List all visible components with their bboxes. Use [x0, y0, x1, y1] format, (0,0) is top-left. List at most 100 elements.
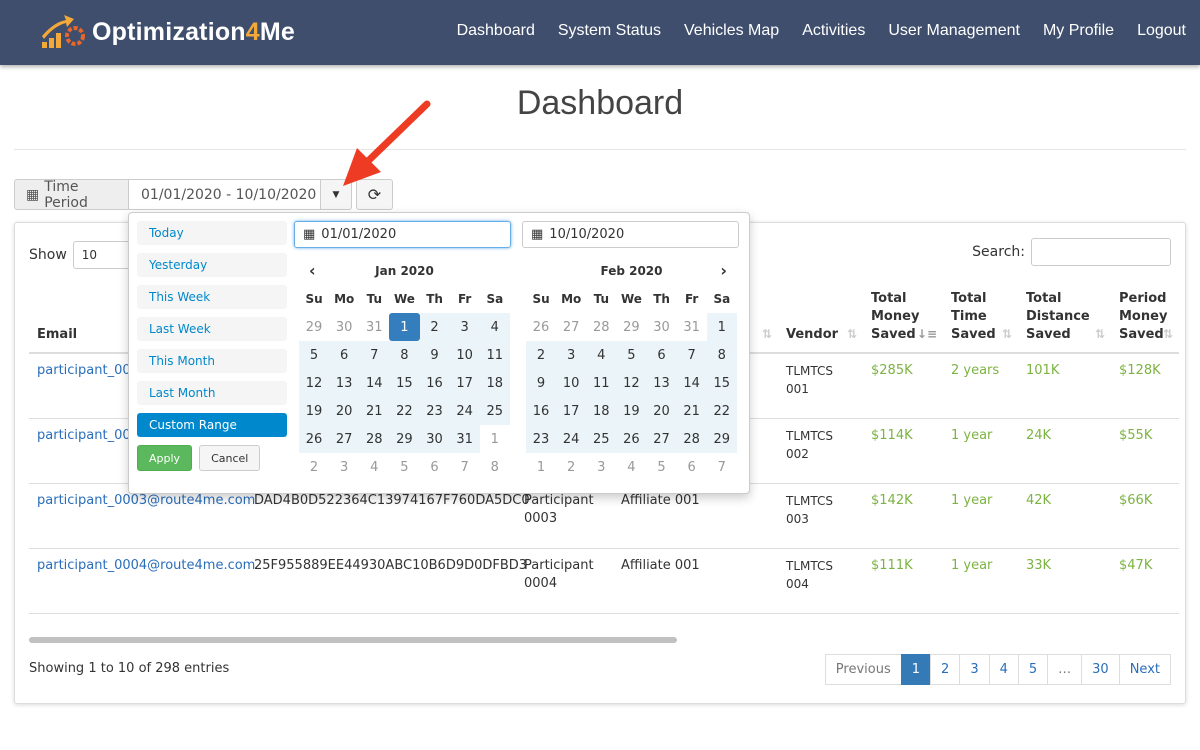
page-next[interactable]: Next	[1118, 654, 1171, 685]
day-cell[interactable]: 28	[586, 313, 616, 341]
day-cell[interactable]: 5	[647, 453, 677, 481]
day-cell[interactable]: 4	[359, 453, 389, 481]
nav-dashboard[interactable]: Dashboard	[457, 22, 535, 40]
day-cell[interactable]: 3	[449, 313, 480, 341]
day-cell[interactable]: 7	[450, 453, 480, 481]
day-cell[interactable]: 19	[299, 397, 330, 425]
day-cell[interactable]: 23	[419, 397, 450, 425]
range-this-week[interactable]: This Week	[137, 285, 287, 309]
day-cell[interactable]: 22	[389, 397, 420, 425]
range-this-month[interactable]: This Month	[137, 349, 287, 373]
day-cell[interactable]: 16	[419, 369, 450, 397]
day-cell[interactable]: 8	[480, 453, 510, 481]
cancel-button[interactable]: Cancel	[199, 445, 261, 471]
day-cell[interactable]: 14	[676, 369, 707, 397]
day-cell[interactable]: 29	[706, 425, 737, 453]
day-cell[interactable]: 7	[707, 453, 737, 481]
day-cell[interactable]: 12	[299, 369, 330, 397]
time-period-input[interactable]: 01/01/2020 - 10/10/2020	[129, 179, 321, 210]
day-cell[interactable]: 2	[419, 313, 450, 341]
day-cell[interactable]: 3	[556, 341, 587, 369]
day-cell[interactable]: 14	[359, 369, 390, 397]
day-cell[interactable]: 31	[677, 313, 707, 341]
day-cell[interactable]: 7	[676, 341, 707, 369]
column-header[interactable]: Vendor ⇅	[778, 278, 863, 354]
day-cell[interactable]: 4	[479, 313, 510, 341]
day-cell[interactable]: 6	[329, 341, 360, 369]
day-cell[interactable]: 20	[329, 397, 360, 425]
nav-vehicles-map[interactable]: Vehicles Map	[684, 22, 779, 40]
page-2[interactable]: 2	[930, 654, 961, 685]
day-cell[interactable]: 26	[526, 313, 556, 341]
day-cell[interactable]: 31	[449, 425, 480, 453]
day-cell[interactable]: 15	[389, 369, 420, 397]
day-cell[interactable]: 26	[616, 425, 647, 453]
day-cell[interactable]: 2	[299, 453, 329, 481]
email-link[interactable]: participant_0004@route4me.com	[37, 558, 255, 573]
day-cell[interactable]: 3	[586, 453, 616, 481]
day-cell[interactable]: 30	[647, 313, 677, 341]
day-cell[interactable]: 30	[329, 313, 359, 341]
day-cell[interactable]: 2	[556, 453, 586, 481]
nav-user-management[interactable]: User Management	[888, 22, 1020, 40]
end-date-input[interactable]: ▦ 10/10/2020	[522, 221, 739, 248]
day-cell[interactable]: 2	[526, 341, 557, 369]
horizontal-scrollbar[interactable]	[29, 637, 677, 643]
day-cell[interactable]: 27	[646, 425, 677, 453]
day-cell[interactable]: 28	[359, 425, 390, 453]
day-cell[interactable]: 4	[586, 341, 617, 369]
day-cell[interactable]: 13	[329, 369, 360, 397]
day-cell[interactable]: 11	[586, 369, 617, 397]
day-cell[interactable]: 27	[329, 425, 360, 453]
day-cell[interactable]: 27	[556, 313, 586, 341]
nav-logout[interactable]: Logout	[1137, 22, 1186, 40]
column-header[interactable]: Total Distance Saved ⇅	[1018, 278, 1111, 354]
brand-logo[interactable]: Optimization4Me	[40, 14, 295, 50]
day-cell[interactable]: 20	[646, 397, 677, 425]
sort-icon[interactable]: ⇅	[1163, 325, 1173, 343]
sort-icon[interactable]: ⇅	[847, 325, 857, 343]
day-cell[interactable]: 13	[646, 369, 677, 397]
page-4[interactable]: 4	[988, 654, 1019, 685]
range-yesterday[interactable]: Yesterday	[137, 253, 287, 277]
day-cell[interactable]: 17	[556, 397, 587, 425]
day-cell[interactable]: 26	[299, 425, 330, 453]
page-30[interactable]: 30	[1081, 654, 1120, 685]
day-cell[interactable]: 29	[389, 425, 420, 453]
day-cell[interactable]: 8	[706, 341, 737, 369]
range-custom-range[interactable]: Custom Range	[137, 413, 287, 437]
day-cell[interactable]: 22	[706, 397, 737, 425]
prev-month-button[interactable]: ‹	[309, 261, 316, 280]
day-cell[interactable]: 1	[706, 313, 737, 341]
day-cell[interactable]: 23	[526, 425, 557, 453]
day-cell[interactable]: 6	[646, 341, 677, 369]
day-cell[interactable]: 18	[479, 369, 510, 397]
sort-icon[interactable]: ⇅	[1095, 325, 1105, 343]
day-cell[interactable]: 6	[420, 453, 450, 481]
range-today[interactable]: Today	[137, 221, 287, 245]
day-cell[interactable]: 29	[616, 313, 646, 341]
day-cell[interactable]: 8	[389, 341, 420, 369]
day-cell[interactable]: 1	[480, 425, 510, 453]
page-1[interactable]: 1	[900, 654, 932, 685]
column-header[interactable]: Total Time Saved ⇅	[943, 278, 1018, 354]
sort-icon[interactable]: ⇅	[1002, 325, 1012, 343]
day-cell[interactable]: 29	[299, 313, 329, 341]
day-cell[interactable]: 17	[449, 369, 480, 397]
nav-activities[interactable]: Activities	[802, 22, 865, 40]
next-month-button[interactable]: ›	[720, 261, 727, 280]
day-cell[interactable]: 24	[556, 425, 587, 453]
day-cell[interactable]: 18	[586, 397, 617, 425]
day-cell[interactable]: 15	[706, 369, 737, 397]
column-header[interactable]: Period Money Saved ⇅	[1111, 278, 1179, 354]
day-cell[interactable]: 3	[329, 453, 359, 481]
day-cell[interactable]: 5	[389, 453, 419, 481]
nav-system-status[interactable]: System Status	[558, 22, 661, 40]
day-cell[interactable]: 1	[526, 453, 556, 481]
day-cell[interactable]: 21	[676, 397, 707, 425]
day-cell[interactable]: 25	[586, 425, 617, 453]
day-cell[interactable]: 6	[677, 453, 707, 481]
day-cell[interactable]: 21	[359, 397, 390, 425]
sort-icon[interactable]: ⇅	[762, 325, 772, 343]
range-last-week[interactable]: Last Week	[137, 317, 287, 341]
